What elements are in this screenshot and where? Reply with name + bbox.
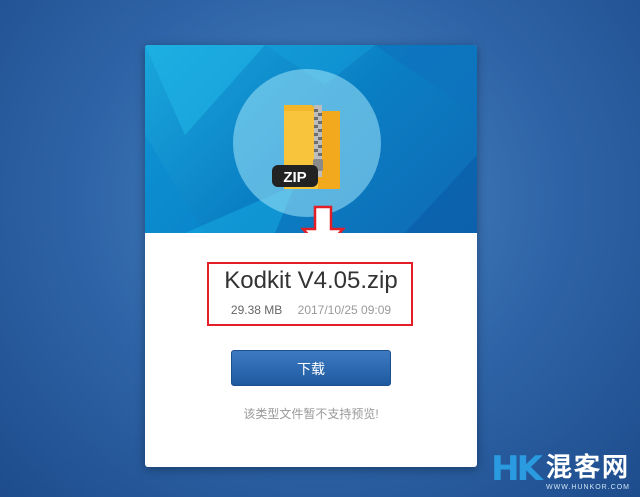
file-name: Kodkit V4.05.zip — [224, 267, 398, 294]
download-button[interactable]: 下载 — [231, 350, 391, 386]
file-preview-card: ZIP Kodkit V4.05.zip 29.38 MB 2017/10/25… — [145, 45, 477, 467]
file-date: 2017/10/25 09:09 — [297, 303, 392, 317]
file-size: 29.38 MB — [230, 303, 283, 317]
file-info: Kodkit V4.05.zip 29.38 MB 2017/10/25 09:… — [145, 253, 477, 317]
watermark: HK 混客网 WWW.HUNKOR.COM — [491, 447, 630, 491]
watermark-name: 混客网 — [545, 452, 630, 482]
zip-folder-icon: ZIP — [272, 105, 340, 189]
zip-label: ZIP — [283, 169, 306, 186]
preview-unsupported-notice: 该类型文件暂不支持预览! — [243, 407, 379, 421]
down-arrow-icon — [300, 205, 346, 233]
watermark-url: WWW.HUNKOR.COM — [545, 484, 630, 491]
watermark-logo: HK — [491, 449, 543, 489]
file-meta: 29.38 MB 2017/10/25 09:09 — [145, 303, 477, 317]
preview-banner: ZIP — [145, 45, 477, 233]
